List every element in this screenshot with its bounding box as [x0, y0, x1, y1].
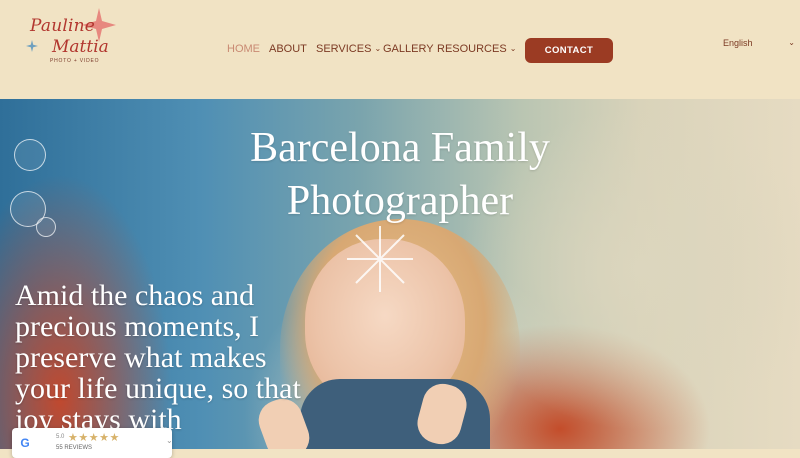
chevron-down-icon: ⌄ — [166, 436, 173, 445]
small-star-icon — [26, 40, 38, 52]
language-selector[interactable]: English ⌄ — [723, 38, 795, 51]
nav-item-resources[interactable]: RESOURCES ⌄ — [437, 43, 516, 55]
hero-title-line2: Photographer — [286, 178, 514, 224]
bubble — [36, 217, 56, 237]
hero-title: Barcelona Family Photographer — [200, 122, 600, 228]
nav-item-gallery[interactable]: GALLERY — [383, 43, 434, 55]
logo[interactable]: Pauline Mattia PHOTO + VIDEO — [26, 8, 121, 68]
nav-item-services[interactable]: SERVICES ⌄ — [316, 43, 381, 55]
chevron-down-icon: ⌄ — [788, 38, 795, 47]
review-rating: 5.0 — [56, 434, 65, 440]
chevron-down-icon: ⌄ — [509, 44, 517, 53]
chevron-down-icon: ⌄ — [374, 44, 382, 53]
review-count: 55 REVIEWS — [56, 445, 93, 451]
contact-button[interactable]: CONTACT — [525, 38, 613, 63]
language-label: English — [723, 38, 753, 48]
review-stars: ★★★★★ — [68, 432, 120, 444]
hero-title-line1: Barcelona Family — [250, 125, 550, 171]
site-header: Pauline Mattia PHOTO + VIDEO HOME ABOUT … — [0, 0, 800, 99]
nav-item-services-label: SERVICES — [316, 43, 372, 55]
nav-item-resources-label: RESOURCES — [437, 43, 507, 55]
nav-item-home[interactable]: HOME — [227, 43, 260, 55]
face-paint-star-icon — [347, 226, 413, 292]
logo-text-line1: Pauline — [30, 16, 96, 36]
logo-subtitle: PHOTO + VIDEO — [50, 58, 100, 64]
nav-item-about[interactable]: ABOUT — [269, 43, 307, 55]
hero-tagline: Amid the chaos and precious moments, I p… — [15, 279, 301, 436]
review-badge[interactable]: G 5.0 ★★★★★ 55 REVIEWS ⌄ — [12, 428, 173, 458]
bubble — [14, 139, 46, 171]
logo-text-line2: Mattia — [52, 37, 109, 57]
google-icon: G — [20, 436, 30, 450]
